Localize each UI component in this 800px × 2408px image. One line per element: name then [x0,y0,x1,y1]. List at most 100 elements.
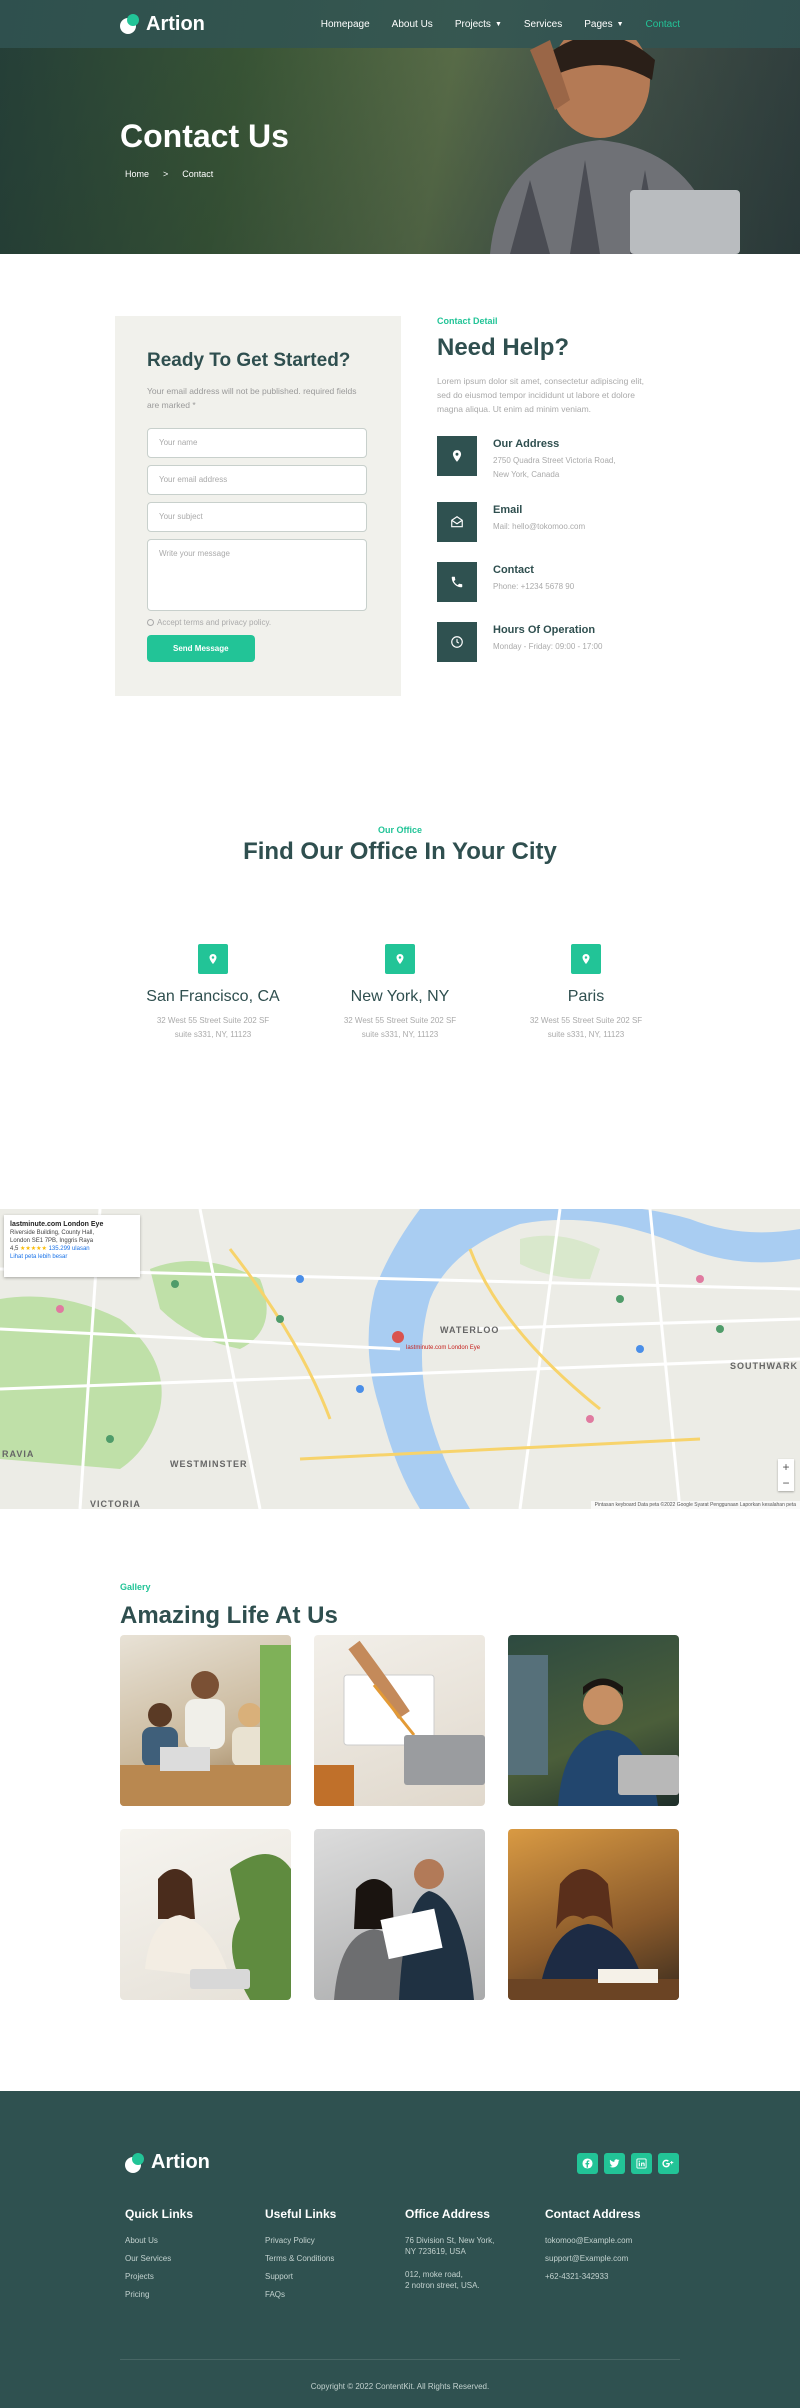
footer-link-privacy[interactable]: Privacy Policy [265,2235,405,2246]
info-address-line1: 2750 Quadra Street Victoria Road, [493,456,616,465]
info-contact-title: Contact [493,564,534,576]
info-contact-value[interactable]: Phone: +1234 5678 90 [493,580,574,594]
chevron-down-icon: ▼ [616,20,624,28]
logo-mark-icon [125,2152,145,2173]
logo-mark-icon [120,14,140,34]
footer-col-title: Contact Address [545,2207,641,2221]
message-field[interactable]: Write your message [147,539,367,611]
gallery-photo-man-laptop[interactable] [508,1635,679,1806]
page-header: Artion Homepage About Us Projects ▼ Servi… [0,0,800,254]
footer-office-address: Office Address 76 Division St, New York,… [405,2207,545,2298]
embedded-map[interactable]: WATERLOO WESTMINSTER VICTORIA SOUTHWARK … [0,1209,800,1509]
office-address-line: NY 723619, USA [405,2247,466,2256]
linkedin-icon[interactable] [631,2153,652,2174]
gallery-photo-team-laptop[interactable] [120,1635,291,1806]
social-links [577,2153,679,2174]
office-section: Our Office Find Our Office In Your City … [0,754,800,1209]
site-footer: Artion Quick Links About Us Our Services… [0,2091,800,2408]
footer-col-title: Quick Links [125,2207,194,2221]
office-eyebrow: Our Office [377,825,422,835]
nav-item-contact[interactable]: Contact [646,19,680,30]
twitter-icon[interactable] [604,2153,625,2174]
info-contact: Contact Phone: +1234 5678 90 [437,562,657,602]
footer-contact-email[interactable]: tokomoo@Example.com [545,2235,685,2246]
nav-menu: Homepage About Us Projects ▼ Services Pag… [321,19,680,30]
facebook-icon[interactable] [577,2153,598,2174]
google-plus-icon[interactable] [658,2153,679,2174]
info-address: Our Address 2750 Quadra Street Victoria … [437,436,657,482]
zoom-out-button[interactable]: − [778,1475,794,1491]
brand-name: Artion [146,12,205,35]
footer-useful-links: Useful Links Privacy Policy Terms & Cond… [265,2207,405,2307]
zoom-in-button[interactable]: + [778,1459,794,1475]
map-zoom-controls: + − [778,1459,794,1491]
contact-section: Ready To Get Started? Your email address… [0,254,800,754]
office-line2: suite s331, NY, 11123 [361,1030,439,1039]
office-line1: 32 West 55 Street Suite 202 SF [343,1016,457,1025]
email-field[interactable]: Your email address [147,465,367,495]
map-label-ravia: RAVIA [2,1449,35,1459]
info-hours: Hours Of Operation Monday - Friday: 09:0… [437,622,657,662]
info-email: Email Mail: hello@tokomoo.com [437,502,657,542]
office-line1: 32 West 55 Street Suite 202 SF [156,1016,270,1025]
office-address-line: 2 notron street, USA. [405,2281,480,2290]
place-title: lastminute.com London Eye [10,1221,104,1228]
phone-icon [437,562,477,602]
gallery-photo-meeting[interactable] [314,1829,485,2000]
map-pin-icon [198,944,228,974]
office-city-name: New York, NY [350,988,450,1005]
help-title: Need Help? [437,334,570,361]
office-city-name: Paris [567,988,605,1005]
send-message-button[interactable]: Send Message [147,635,255,662]
footer-link-services[interactable]: Our Services [125,2253,265,2264]
map-pin-icon [385,944,415,974]
rating-stars-icon: ★★★★★ [20,1246,47,1252]
terms-checkbox[interactable] [147,619,154,626]
form-note: Your email address will not be published… [147,386,357,410]
office-card-new-york: New York, NY 32 West 55 Street Suite 202… [300,944,500,1042]
footer-link-about[interactable]: About Us [125,2235,265,2246]
help-lead: Lorem ipsum dolor sit amet, consectetur … [437,376,644,414]
footer-link-projects[interactable]: Projects [125,2271,265,2282]
footer-support-email[interactable]: support@Example.com [545,2253,685,2264]
gallery-photo-woman-plants[interactable] [120,1829,291,2000]
footer-link-terms[interactable]: Terms & Conditions [265,2253,405,2264]
info-email-value[interactable]: Mail: hello@tokomoo.com [493,520,585,534]
info-email-title: Email [493,504,523,516]
subject-field[interactable]: Your subject [147,502,367,532]
terms-label: Accept terms and privacy policy. [157,618,272,627]
nav-item-projects[interactable]: Projects ▼ [455,19,502,30]
gallery-photo-writing-notes[interactable] [314,1635,485,1806]
name-field[interactable]: Your name [147,428,367,458]
chevron-down-icon: ▼ [494,20,502,28]
nav-item-services[interactable]: Services [524,19,562,30]
footer-link-support[interactable]: Support [265,2271,405,2282]
map-attribution: Pintasan keyboard Data peta ©2022 Google… [590,1501,800,1509]
breadcrumb-home[interactable]: Home [125,169,149,179]
footer-phone[interactable]: +62-4321-342933 [545,2271,685,2282]
gallery-photo-woman-writing[interactable] [508,1829,679,2000]
larger-map-link[interactable]: Lihat peta lebih besar [10,1254,67,1260]
office-title: Find Our Office In Your City [243,838,557,865]
breadcrumb-current: Contact [182,169,214,179]
contact-form: Ready To Get Started? Your email address… [115,316,401,696]
info-hours-value: Monday - Friday: 09:00 - 17:00 [493,642,603,651]
envelope-icon [437,502,477,542]
office-card-san-francisco: San Francisco, CA 32 West 55 Street Suit… [113,944,313,1042]
nav-item-homepage[interactable]: Homepage [321,19,370,30]
help-panel: Contact Detail Need Help? Lorem ipsum do… [437,316,657,662]
nav-item-pages[interactable]: Pages ▼ [584,19,623,30]
office-line2: suite s331, NY, 11123 [174,1030,252,1039]
office-address-line: 76 Division St, New York, [405,2236,495,2245]
office-line2: suite s331, NY, 11123 [547,1030,625,1039]
nav-item-about[interactable]: About Us [392,19,433,30]
gallery-eyebrow: Gallery [120,1582,151,1592]
breadcrumb-separator: > [163,169,169,179]
office-city-name: San Francisco, CA [146,988,280,1005]
footer-link-faqs[interactable]: FAQs [265,2289,405,2300]
footer-logo[interactable]: Artion [125,2151,210,2174]
site-logo[interactable]: Artion [120,13,205,36]
office-address-line: 012, moke road, [405,2270,463,2279]
place-reviews-link[interactable]: 135.299 ulasan [49,1246,90,1252]
footer-link-pricing[interactable]: Pricing [125,2289,265,2300]
